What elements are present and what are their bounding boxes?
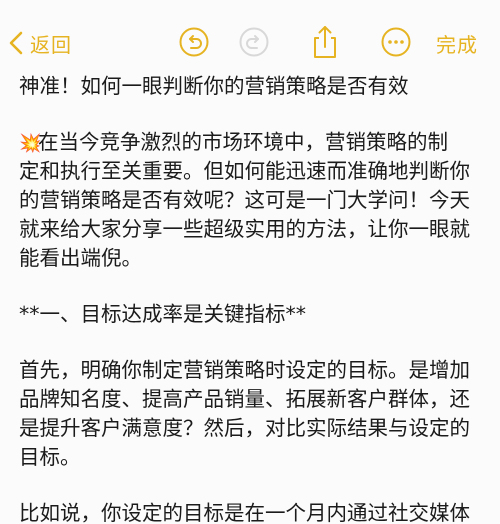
paragraph-line-cut: 比如说，你设定的目标是在一个月内通过社交媒体: [19, 501, 470, 524]
chevron-left-icon: [8, 30, 24, 56]
paragraph-line: 目标。: [19, 445, 81, 469]
paragraph-line: 首先，明确你制定营销策略时设定的目标。是增加: [19, 358, 470, 382]
more-icon[interactable]: [380, 26, 412, 58]
paragraph-line: 定和执行至关重要。但如何能迅速而准确地判断你: [19, 159, 470, 183]
paragraph-text: 在当今竞争激烈的市场环境中，营销策略的制: [38, 130, 448, 154]
paragraph-line: 的营销策略是否有效呢？这可是一门大学问！今天: [19, 188, 470, 212]
paragraph-line: 能看出端倪。: [19, 246, 142, 270]
note-body[interactable]: 神准！如何一眼判断你的营销策略是否有效 💥在当今竞争激烈的市场环境中，营销策略的…: [19, 72, 489, 524]
paragraph-line: 品牌知名度、提高产品销量、拓展新客户群体，还: [19, 387, 470, 411]
section-heading: **一、目标达成率是关键指标**: [19, 302, 306, 326]
paragraph-line: 是提升客户满意度？然后，对比实际结果与设定的: [19, 416, 470, 440]
collision-icon: 💥: [19, 133, 42, 154]
share-icon[interactable]: [309, 24, 341, 58]
note-title: 神准！如何一眼判断你的营销策略是否有效: [19, 74, 409, 98]
done-button[interactable]: 完成: [436, 29, 478, 58]
back-label: 返回: [30, 32, 72, 57]
undo-icon[interactable]: [178, 26, 210, 58]
editor-toolbar: 返回 完成: [0, 0, 500, 80]
back-button[interactable]: 返回: [8, 26, 72, 60]
paragraph-line: 就来给大家分享一些超级实用的方法，让你一眼就: [19, 217, 470, 241]
paragraph-line: 💥在当今竞争激烈的市场环境中，营销策略的制: [19, 128, 489, 157]
notes-editor-screen: 返回 完成 神准！如何一眼判断你的营销策略是否有效 💥在当今竞争激烈的市场环境中…: [0, 0, 500, 524]
redo-icon[interactable]: [238, 26, 270, 58]
